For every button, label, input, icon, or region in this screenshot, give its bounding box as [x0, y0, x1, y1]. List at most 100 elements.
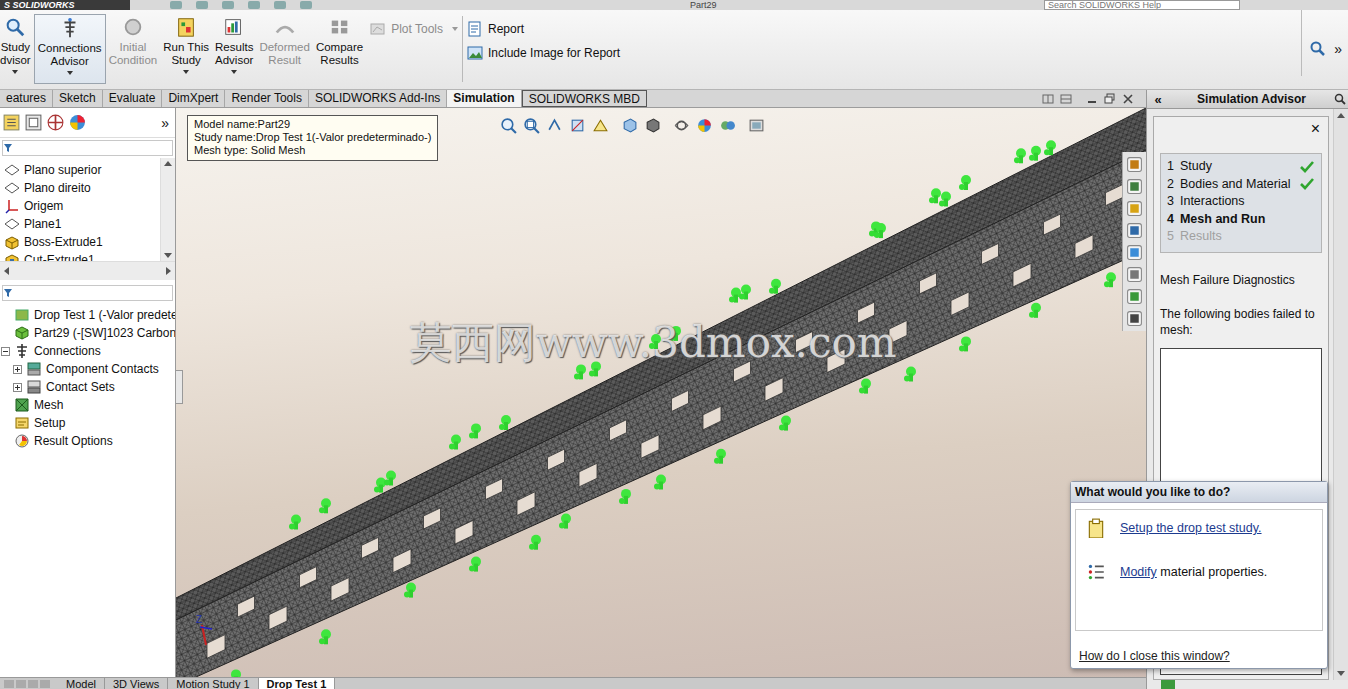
report-button[interactable]: Report [467, 21, 620, 37]
ribbon-button[interactable]: ConnectionsAdvisor [34, 14, 106, 84]
apply-scene-icon[interactable] [719, 117, 736, 134]
dropdown-arrow[interactable] [12, 70, 18, 74]
popup-action-link[interactable]: Modify [1120, 565, 1157, 579]
home-icon[interactable] [1126, 156, 1143, 173]
advisor-step[interactable]: 4Mesh and Run [1167, 211, 1315, 229]
plot-tools-button[interactable]: Plot Tools [370, 21, 458, 37]
simulation-advisor-icon[interactable] [1126, 288, 1143, 305]
tile-horizontal-icon[interactable] [1060, 93, 1072, 105]
bottom-tab[interactable]: Drop Test 1 [259, 678, 336, 689]
zoom-to-fit-icon[interactable] [500, 117, 517, 134]
dropdown-arrow[interactable] [452, 27, 458, 31]
help-search-field[interactable] [1044, 0, 1240, 10]
ribbon-button[interactable]: InitialCondition [106, 10, 161, 80]
view-palette-icon[interactable] [1126, 222, 1143, 239]
property-manager-icon[interactable] [24, 113, 43, 132]
command-tab[interactable]: eatures [0, 90, 53, 107]
ribbon-button[interactable]: DeformedResult [256, 10, 313, 80]
dropdown-arrow[interactable] [231, 70, 237, 74]
study-tree-item[interactable]: Mesh [0, 396, 175, 414]
dropdown-arrow[interactable] [183, 70, 189, 74]
vertical-scrollbar[interactable] [160, 158, 175, 261]
hide-show-icon[interactable] [673, 117, 690, 134]
ribbon-button[interactable]: CompareResults [313, 10, 366, 80]
popup-action[interactable]: Setup the drop test study. [1086, 518, 1312, 538]
quick-access-icon[interactable] [248, 1, 260, 9]
tab-nav-button[interactable] [40, 680, 50, 688]
horizontal-scrollbar[interactable] [0, 262, 175, 280]
feature-tree-item[interactable]: Origem [0, 197, 160, 215]
resources-icon[interactable] [1126, 178, 1143, 195]
study-tree-item[interactable]: Result Options [0, 432, 175, 450]
study-tree-filter[interactable] [2, 285, 173, 301]
collapse-button[interactable]: « [1147, 92, 1169, 107]
study-tree-item[interactable]: Drop Test 1 (-Valor predetermin [0, 306, 175, 324]
study-tree-item[interactable]: Part29 (-[SW]1023 Carbon St [0, 324, 175, 342]
tile-icon[interactable] [1042, 93, 1054, 105]
feature-tree-item[interactable]: Plano superior [0, 161, 160, 179]
expand-icon[interactable] [13, 383, 22, 392]
advisor-step[interactable]: 2Bodies and Material [1167, 176, 1315, 194]
quick-access-icon[interactable] [196, 1, 208, 9]
command-tab[interactable]: Simulation [447, 90, 521, 107]
feature-manager-icon[interactable] [2, 113, 21, 132]
tab-nav-button[interactable] [28, 680, 38, 688]
command-tab[interactable]: DimXpert [162, 90, 225, 107]
manager-tabs-overflow[interactable]: » [161, 115, 175, 131]
appearances-icon[interactable] [1126, 244, 1143, 261]
advisor-step[interactable]: 1Study [1167, 158, 1315, 176]
tab-nav-button[interactable] [16, 680, 26, 688]
quick-access-icon[interactable] [222, 1, 234, 9]
zoom-area-icon[interactable] [523, 117, 540, 134]
graphics-viewport[interactable]: 莫西网www.3dmox.comModel name:Part29Study n… [176, 108, 1146, 677]
ribbon-button[interactable]: Run ThisStudy [160, 10, 212, 80]
quick-access-icon[interactable] [300, 1, 312, 9]
custom-properties-icon[interactable] [1126, 266, 1143, 283]
command-tab[interactable]: Evaluate [103, 90, 163, 107]
edit-appearance-icon[interactable] [696, 117, 713, 134]
ribbon-overflow-button[interactable]: » [1334, 41, 1342, 57]
view-orientation-icon[interactable] [621, 117, 638, 134]
panel-splitter-handle[interactable] [176, 370, 183, 404]
display-style-icon[interactable] [644, 117, 661, 134]
study-tree-item[interactable]: Setup [0, 414, 175, 432]
feature-tree-item[interactable]: Plano direito [0, 179, 160, 197]
ribbon-button[interactable]: Studydvisor [0, 10, 34, 80]
expand-icon[interactable] [13, 365, 22, 374]
popup-action-link[interactable]: Setup the drop test study. [1120, 521, 1262, 535]
view-settings-icon[interactable] [748, 117, 765, 134]
feature-tree-item[interactable]: Cut-Extrude1 [0, 251, 160, 261]
feature-tree-item[interactable]: Plane1 [0, 215, 160, 233]
quick-access-icon[interactable] [170, 1, 182, 9]
close-icon[interactable] [1122, 93, 1134, 105]
study-tree-item[interactable]: Component Contacts [0, 360, 175, 378]
study-tree-item[interactable]: Connections [0, 342, 175, 360]
bottom-tab[interactable]: Model [58, 678, 105, 689]
previous-view-icon[interactable] [546, 117, 563, 134]
command-tab[interactable]: Render Tools [225, 90, 309, 107]
command-tab[interactable]: Sketch [53, 90, 103, 107]
include-image-button[interactable]: Include Image for Report [467, 45, 620, 61]
popup-help-link[interactable]: How do I close this window? [1071, 631, 1327, 663]
bottom-tab[interactable]: Motion Study 1 [168, 678, 258, 689]
quick-access-icon[interactable] [274, 1, 286, 9]
dynamic-annotation-icon[interactable] [592, 117, 609, 134]
popup-action[interactable]: Modify material properties. [1086, 562, 1312, 582]
close-button[interactable]: × [1311, 120, 1322, 138]
tab-nav-button[interactable] [4, 680, 14, 688]
bottom-tab[interactable]: 3D Views [105, 678, 168, 689]
minimize-icon[interactable] [1086, 93, 1098, 105]
ribbon-button[interactable]: ResultsAdvisor [212, 10, 256, 80]
section-view-icon[interactable] [569, 117, 586, 134]
advisor-step[interactable]: 3Interactions [1167, 193, 1315, 211]
advisor-scrollbar[interactable] [1333, 109, 1348, 680]
collapse-icon[interactable] [1, 347, 10, 356]
command-tab[interactable]: SOLIDWORKS Add-Ins [309, 90, 447, 107]
feature-tree-item[interactable]: Boss-Extrude1 [0, 233, 160, 251]
restore-icon[interactable] [1104, 93, 1116, 105]
configuration-icon[interactable] [46, 113, 65, 132]
appearance-icon[interactable] [68, 113, 87, 132]
command-tab[interactable]: SOLIDWORKS MBD [522, 90, 647, 107]
study-tree-item[interactable]: Contact Sets [0, 378, 175, 396]
tree-filter[interactable] [2, 140, 173, 156]
